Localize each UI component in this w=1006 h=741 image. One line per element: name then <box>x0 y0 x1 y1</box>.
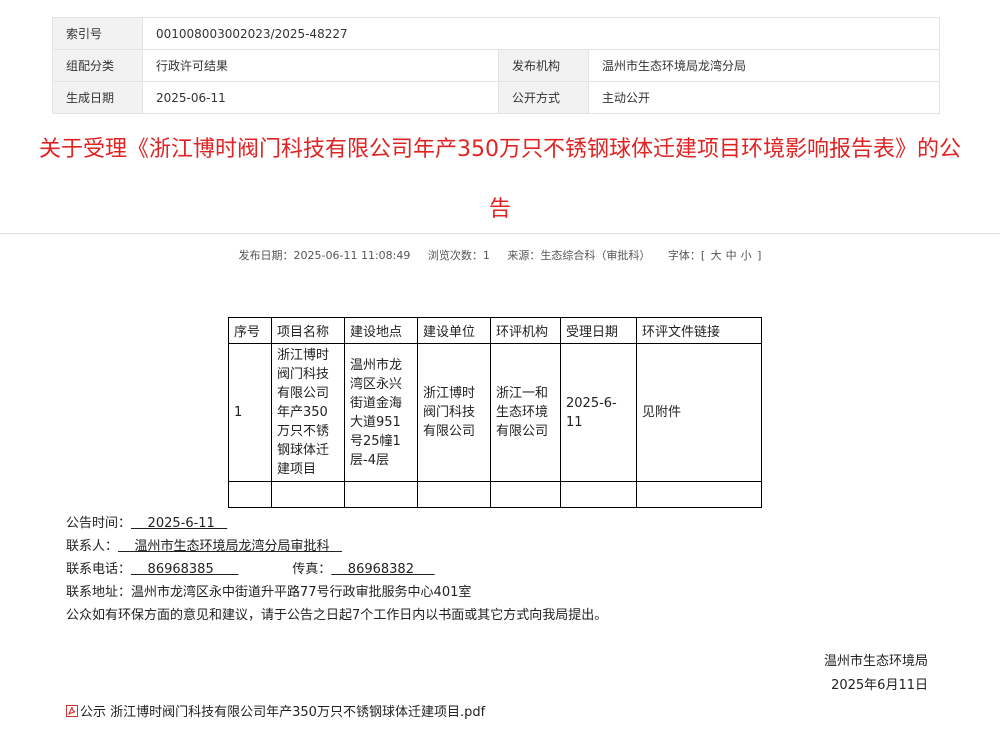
meta-row: 组配分类 行政许可结果 发布机构 温州市生态环境局龙湾分局 <box>52 49 940 82</box>
notice-time-label: 公告时间： <box>66 516 132 531</box>
sign-org: 温州市生态环境局 <box>823 654 928 669</box>
empty-cell <box>344 481 418 508</box>
phone-value: 86968385 <box>131 562 239 577</box>
contact-person: 联系人： 温州市生态环境局龙湾分局审批科 <box>66 535 607 558</box>
fax-label: 传真： <box>292 562 332 577</box>
table-row-empty <box>228 481 762 508</box>
font-small-link[interactable]: 小 <box>741 249 752 262</box>
meta-value: 行政许可结果 <box>142 49 499 82</box>
page-title-line: 告 <box>488 197 511 222</box>
phone-label: 联系电话： <box>66 562 132 577</box>
contact-label: 联系人： <box>66 539 119 554</box>
col-header: 环评文件链接 <box>636 317 762 344</box>
meta-key: 生成日期 <box>52 81 143 114</box>
meta-value: 2025-06-11 <box>142 81 499 114</box>
col-header: 环评机构 <box>490 317 561 344</box>
cell-no: 1 <box>228 343 272 482</box>
page-title-line: 关于受理《浙江博时阀门科技有限公司年产350万只不锈钢球体迁建项目环境影响报告表… <box>39 137 961 162</box>
cell-unit: 浙江博时阀门科技有限公司 <box>417 343 491 482</box>
public-advice: 公众如有环保方面的意见和建议，请于公告之日起7个工作日内以书面或其它方式向我局提… <box>66 608 608 623</box>
meta-value: 温州市生态环境局龙湾分局 <box>588 49 940 82</box>
cell-date: 2025-6-11 <box>560 343 637 482</box>
meta-key: 公开方式 <box>498 81 589 114</box>
table-row: 1 浙江博时阀门科技有限公司年产350万只不锈钢球体迁建项目 温州市龙湾区永兴街… <box>228 343 762 482</box>
empty-cell <box>228 481 272 508</box>
notice-details: 公告时间： 2025-6-11 联系人： 温州市生态环境局龙湾分局审批科 联系电… <box>66 512 607 627</box>
attachment-link[interactable]: 公示 浙江博时阀门科技有限公司年产350万只不锈钢球体迁建项目.pdf <box>66 701 485 720</box>
cell-location: 温州市龙湾区永兴街道金海大道951号25幢1层-4层 <box>344 343 418 482</box>
font-size-switcher: 字体：[ 大中小 ] <box>668 249 762 262</box>
source: 来源：生态综合科（审批科） <box>507 249 651 262</box>
notice-time-value: 2025-6-11 <box>131 516 228 531</box>
contact-address: 联系地址：温州市龙湾区永中街道升平路77号行政审批服务中心401室 <box>66 585 472 600</box>
cell-agency: 浙江一和生态环境有限公司 <box>490 343 561 482</box>
cell-name: 浙江博时阀门科技有限公司年产350万只不锈钢球体迁建项目 <box>271 343 345 482</box>
meta-key: 发布机构 <box>498 49 589 82</box>
pdf-icon <box>66 705 78 717</box>
meta-value: 001008003002023/2025-48227 <box>142 17 940 50</box>
page-title: 关于受理《浙江博时阀门科技有限公司年产350万只不锈钢球体迁建项目环境影响报告表… <box>0 120 1000 240</box>
contact-value: 温州市生态环境局龙湾分局审批科 <box>118 539 342 554</box>
empty-cell <box>490 481 561 508</box>
font-large-link[interactable]: 大 <box>711 249 722 262</box>
publish-date: 发布日期：2025-06-11 11:08:49 <box>238 249 411 262</box>
divider <box>0 233 1000 234</box>
col-header: 项目名称 <box>271 317 345 344</box>
font-label: 字体：[ <box>667 249 706 262</box>
sign-date: 2025年6月11日 <box>831 678 928 693</box>
empty-cell <box>271 481 345 508</box>
cell-link: 见附件 <box>636 343 762 482</box>
col-header: 受理日期 <box>560 317 637 344</box>
meta-key: 索引号 <box>52 17 143 50</box>
contact-phone: 联系电话： 86968385 传真： 86968382 <box>66 558 607 581</box>
empty-cell <box>417 481 491 508</box>
meta-row: 生成日期 2025-06-11 公开方式 主动公开 <box>52 81 940 114</box>
meta-value: 主动公开 <box>588 81 940 114</box>
article-info: 发布日期：2025-06-11 11:08:49 浏览次数：1 来源：生态综合科… <box>0 247 1000 263</box>
table-header-row: 序号 项目名称 建设地点 建设单位 环评机构 受理日期 环评文件链接 <box>228 317 762 344</box>
signature: 温州市生态环境局 2025年6月11日 <box>824 650 928 698</box>
col-header: 序号 <box>228 317 272 344</box>
attachment-label[interactable]: 公示 浙江博时阀门科技有限公司年产350万只不锈钢球体迁建项目.pdf <box>80 705 485 720</box>
font-end: ] <box>757 249 762 262</box>
meta-table: 索引号 001008003002023/2025-48227 组配分类 行政许可… <box>52 17 940 114</box>
notice-time: 公告时间： 2025-6-11 <box>66 512 607 535</box>
col-header: 建设地点 <box>344 317 418 344</box>
project-table: 序号 项目名称 建设地点 建设单位 环评机构 受理日期 环评文件链接 1 浙江博… <box>228 317 762 508</box>
view-count: 浏览次数：1 <box>427 249 490 262</box>
meta-row: 索引号 001008003002023/2025-48227 <box>52 17 940 50</box>
fax-value: 86968382 <box>331 562 435 577</box>
col-header: 建设单位 <box>417 317 491 344</box>
meta-key: 组配分类 <box>52 49 143 82</box>
font-medium-link[interactable]: 中 <box>726 249 737 262</box>
empty-cell <box>636 481 762 508</box>
empty-cell <box>560 481 637 508</box>
